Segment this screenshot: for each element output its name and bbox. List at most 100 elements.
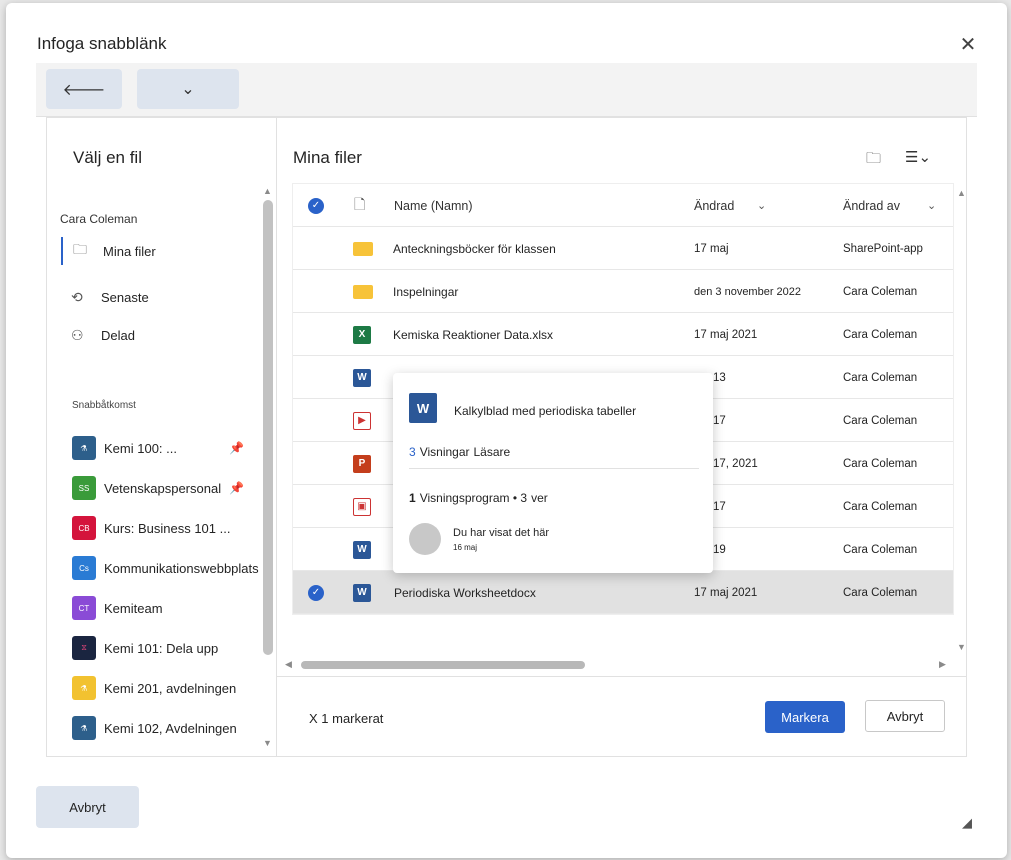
scroll-right-icon[interactable]: ▶ (939, 659, 946, 670)
quick-item[interactable]: Cs Kommunikationswebbplats (72, 555, 259, 581)
modified-date: 19 (713, 543, 726, 556)
activity-date: 16 maj (453, 543, 478, 552)
dna-icon: ⧖ (72, 636, 96, 660)
quick-item-label: Kemi 102, Avdelningen (104, 720, 237, 736)
quick-item-label: Kommunikationswebbplats (104, 560, 259, 576)
viewers-text: Visningsprogram • 3 (419, 491, 528, 505)
modified-date: 17 maj 2021 (694, 328, 758, 341)
quick-item-label: Kemi 201, avdelningen (104, 680, 237, 696)
pin-icon[interactable]: 📌 (229, 481, 244, 495)
row-checkbox[interactable]: ✓ (308, 584, 324, 601)
left-scrollbar-thumb[interactable] (263, 200, 273, 655)
horizontal-scrollbar-thumb[interactable] (301, 661, 585, 669)
powerpoint-icon: P (353, 454, 371, 473)
pick-file-title: Välj en fil (73, 148, 142, 167)
quick-item[interactable]: ⧖ Kemi 101: Dela upp (72, 635, 252, 661)
activity-text: Du har visat det här (453, 527, 549, 539)
close-icon[interactable]: ✕ (956, 33, 980, 57)
table-row[interactable]: X Kemiska Reaktioner Data.xlsx 17 maj 20… (293, 313, 953, 356)
hover-file-name: Kalkylblad med periodiska tabeller (454, 404, 637, 418)
file-name: Kemiska Reaktioner Data.xlsx (393, 327, 554, 342)
picker-cancel-button[interactable]: Avbryt (865, 700, 945, 732)
sort-icon[interactable]: ☰⌄ (905, 148, 931, 166)
folder-icon (353, 241, 373, 256)
chevron-down-icon[interactable]: ⌄ (757, 184, 766, 227)
modified-date: 13 (713, 371, 726, 384)
table-row-selected[interactable]: ✓ W Periodiska Worksheetdocx 17 maj 2021… (293, 571, 953, 614)
resize-handle-icon[interactable]: ◢ (962, 815, 972, 831)
chevron-down-icon[interactable]: ⌄ (927, 184, 936, 227)
video-icon: ▣ (353, 497, 371, 516)
quick-item-label: Kemi 100: ... (104, 440, 177, 456)
modified-by: SharePoint-app (843, 242, 923, 255)
user-name: Cara Coleman (60, 212, 138, 226)
scroll-up-icon[interactable]: ▲ (957, 188, 966, 198)
folder-icon: 🗀 (73, 241, 87, 257)
modified-by: Cara Coleman (843, 285, 918, 298)
pin-icon[interactable]: 📌 (229, 441, 244, 455)
selection-count[interactable]: X 1 markerat (309, 711, 383, 726)
back-button[interactable]: 🡐 (46, 69, 122, 109)
quick-item-label: Kemi 101: Dela upp (104, 640, 219, 656)
site-tile: SS (72, 476, 96, 500)
site-logo-icon: ⚗ (72, 436, 96, 460)
quick-item-label: Kurs: Business 101 ... (104, 520, 231, 536)
dropdown-button[interactable]: ⌄ (137, 69, 239, 109)
scroll-down-icon[interactable]: ▼ (957, 642, 966, 652)
back-arrow-icon: 🡐 (62, 81, 106, 99)
cancel-button[interactable]: Avbryt (36, 786, 139, 828)
toolbar: 🡐 ⌄ (36, 63, 977, 117)
column-modified[interactable]: Ändrad (694, 184, 734, 227)
microscope-icon: ⚗ (72, 716, 96, 740)
column-name[interactable]: Name (Namn) (394, 184, 473, 227)
quick-item[interactable]: ⚗ Kemi 201, avdelningen (72, 675, 252, 701)
quick-item[interactable]: ⚗ Kemi 100: ... 📌 (72, 435, 252, 461)
word-icon: W (353, 368, 371, 387)
people-icon: ⚇ (71, 326, 84, 343)
scroll-left-icon[interactable]: ◀ (285, 659, 292, 670)
file-type-header-icon: 🗋 (354, 195, 366, 212)
nav-my-files[interactable]: 🗀 Mina filer (61, 237, 261, 265)
select-all-checkbox[interactable]: ✓ (308, 197, 324, 214)
table-header: ✓ 🗋 Name (Namn) Ändrad ⌄ Ändrad av ⌄ (293, 184, 953, 227)
select-button[interactable]: Markera (765, 701, 845, 733)
word-icon: W (409, 393, 437, 423)
right-pane: Mina filer 🗀 ☰⌄ ✓ 🗋 Name (Namn) Ändrad ⌄… (277, 118, 966, 756)
table-row[interactable]: Anteckningsböcker för klassen 17 maj Sha… (293, 227, 953, 270)
viewers-count: 1 (409, 491, 416, 505)
flask-icon: ⚗ (72, 676, 96, 700)
nav-label: Delad (101, 327, 135, 343)
modified-date: 17 maj (694, 242, 729, 255)
quick-item[interactable]: ⚗ Kemi 102, Avdelningen (72, 715, 252, 741)
insert-quicklink-dialog: Infoga snabblänk ✕ 🡐 ⌄ Välj en fil Cara … (6, 3, 1007, 858)
nav-shared[interactable]: ⚇ Delad (61, 321, 261, 349)
scroll-up-icon[interactable]: ▲ (263, 186, 272, 196)
word-icon: W (353, 583, 371, 602)
quick-item[interactable]: SS Vetenskapspersonal 📌 (72, 475, 252, 501)
viewers-row: 1 Visningsprogram • 3 ver (409, 491, 548, 505)
views-count: 3 (409, 445, 416, 459)
quick-item[interactable]: CB Kurs: Business 101 ... (72, 515, 252, 541)
site-tile: CT (72, 596, 96, 620)
modified-date: 17 (713, 414, 726, 427)
dialog-title: Infoga snabblänk (37, 34, 167, 53)
column-modified-by[interactable]: Ändrad av (843, 184, 900, 227)
site-tile: Cs (72, 556, 96, 580)
site-tile: CB (72, 516, 96, 540)
viewers-suffix: ver (531, 491, 548, 505)
nav-label: Mina filer (103, 243, 156, 259)
quick-item[interactable]: CT Kemiteam (72, 595, 252, 621)
table-row[interactable]: Inspelningar den 3 november 2022 Cara Co… (293, 270, 953, 313)
nav-label: Senaste (101, 289, 149, 305)
files-title: Mina filer (293, 148, 362, 167)
excel-icon: X (353, 325, 371, 344)
folder-icon (353, 284, 373, 299)
nav-recent[interactable]: ⟲ Senaste (61, 283, 261, 311)
modified-by: Cara Coleman (843, 457, 918, 470)
scroll-down-icon[interactable]: ▼ (263, 738, 272, 748)
modified-by: Cara Coleman (843, 328, 918, 341)
picker-footer: X 1 markerat Markera Avbryt (277, 676, 966, 756)
avatar (409, 523, 441, 555)
file-hover-card: W Kalkylblad med periodiska tabeller 3 V… (393, 373, 713, 573)
new-folder-icon[interactable]: 🗀 (866, 148, 881, 173)
